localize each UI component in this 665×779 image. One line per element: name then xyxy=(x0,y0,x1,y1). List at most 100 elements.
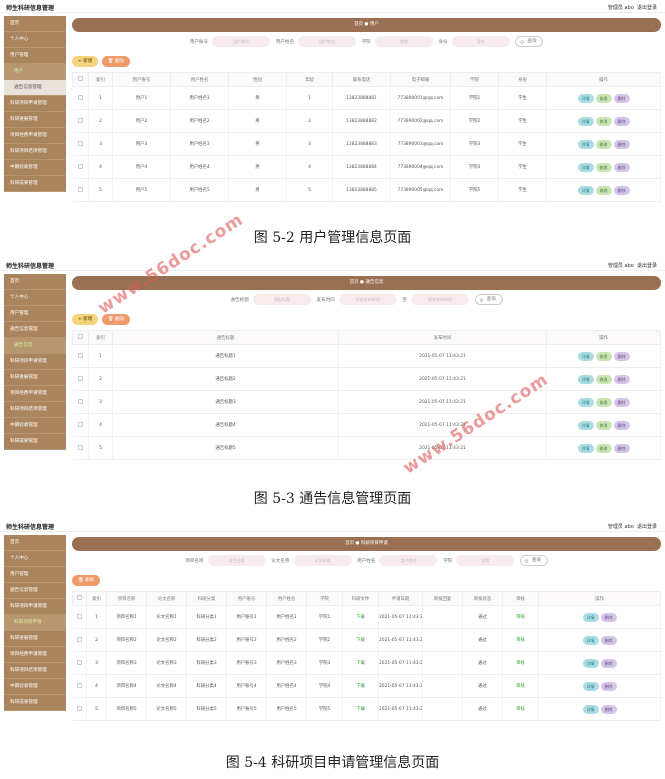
detail-button[interactable]: 详情 xyxy=(577,162,594,172)
sidebar-item[interactable]: 中期验收管理 xyxy=(4,160,66,176)
edit-button[interactable]: 修改 xyxy=(595,93,612,103)
sidebar-item[interactable]: 用户管理 xyxy=(4,306,66,322)
sidebar-item[interactable]: 项目经费申请管理 xyxy=(4,386,66,402)
sidebar-item[interactable]: 科研项目申请管理 xyxy=(4,354,66,370)
delete-row-button[interactable]: 删除 xyxy=(613,185,630,195)
sidebar-item[interactable]: 项目经费申请管理 xyxy=(4,647,66,663)
date-start-input[interactable]: 开始发布时间 xyxy=(338,294,397,305)
table-cell[interactable]: 下载 xyxy=(342,674,379,698)
checkbox[interactable] xyxy=(77,163,83,169)
sidebar-item[interactable]: 科研成果管理 xyxy=(4,434,66,450)
table-cell[interactable]: 审核 xyxy=(502,651,539,675)
detail-button[interactable]: 详情 xyxy=(582,612,599,622)
search-input[interactable]: 学院 xyxy=(374,36,433,47)
detail-button[interactable]: 详情 xyxy=(577,139,594,149)
search-button[interactable]: ⊙ 查询 xyxy=(519,555,548,566)
sidebar-item[interactable]: 首页 xyxy=(4,274,66,290)
checkbox[interactable] xyxy=(77,117,83,123)
edit-button[interactable]: 修改 xyxy=(595,351,612,361)
delete-row-button[interactable]: 删除 xyxy=(600,658,617,668)
sidebar-item[interactable]: 首页 xyxy=(4,535,66,551)
checkbox[interactable] xyxy=(77,595,82,600)
sidebar-item[interactable]: 用户 xyxy=(4,64,66,80)
detail-button[interactable]: 详情 xyxy=(577,351,594,361)
sidebar-item[interactable]: 中期验收管理 xyxy=(4,418,66,434)
edit-button[interactable]: 修改 xyxy=(595,139,612,149)
checkbox[interactable] xyxy=(77,94,83,100)
delete-row-button[interactable]: 删除 xyxy=(613,374,630,384)
checkbox[interactable] xyxy=(77,186,83,192)
search-input[interactable]: 用户姓名 xyxy=(298,36,357,47)
sidebar-item[interactable]: 通告信息管理 xyxy=(4,80,66,96)
sidebar-item[interactable]: 科研项目结项管理 xyxy=(4,402,66,418)
checkbox[interactable] xyxy=(76,613,82,619)
search-input[interactable]: 学院 xyxy=(456,555,515,566)
edit-button[interactable]: 修改 xyxy=(595,420,612,430)
edit-button[interactable]: 修改 xyxy=(595,185,612,195)
sidebar-item[interactable]: 科研进展管理 xyxy=(4,631,66,647)
checkbox[interactable] xyxy=(77,140,83,146)
checkbox[interactable] xyxy=(78,76,83,81)
detail-button[interactable]: 详情 xyxy=(577,420,594,430)
edit-button[interactable]: 修改 xyxy=(595,443,612,453)
sidebar-item[interactable]: 用户管理 xyxy=(4,48,66,64)
sidebar-item[interactable]: 通告信息管理 xyxy=(4,583,66,599)
checkbox[interactable] xyxy=(77,421,83,427)
sidebar-item[interactable]: 科研进展管理 xyxy=(4,112,66,128)
table-cell[interactable]: 下载 xyxy=(342,605,379,629)
breadcrumb-home[interactable]: 首页 xyxy=(345,541,354,546)
search-input[interactable]: 用户姓名 xyxy=(379,555,438,566)
sidebar-item[interactable]: 科研项目结项管理 xyxy=(4,144,66,160)
sidebar-item[interactable]: 用户管理 xyxy=(4,567,66,583)
sidebar-item[interactable]: 科研成果管理 xyxy=(4,176,66,192)
breadcrumb-home[interactable]: 首页 xyxy=(350,280,359,285)
delete-row-button[interactable]: 删除 xyxy=(600,704,617,714)
select-all-checkbox[interactable] xyxy=(72,330,89,345)
detail-button[interactable]: 详情 xyxy=(582,704,599,714)
delete-button[interactable]: 🗑 删除 xyxy=(72,575,101,586)
detail-button[interactable]: 详情 xyxy=(577,116,594,126)
search-button[interactable]: ⊙ 查询 xyxy=(474,294,503,305)
checkbox[interactable] xyxy=(78,334,83,339)
search-input[interactable]: 论文名称 xyxy=(293,555,352,566)
checkbox[interactable] xyxy=(77,398,83,404)
search-input[interactable]: 通告标题 xyxy=(252,294,311,305)
sidebar-item[interactable]: 个人中心 xyxy=(4,551,66,567)
sidebar-item[interactable]: 科研进展管理 xyxy=(4,370,66,386)
edit-button[interactable]: 修改 xyxy=(595,374,612,384)
date-end-input[interactable]: 结束发布时间 xyxy=(410,294,469,305)
delete-row-button[interactable]: 删除 xyxy=(613,443,630,453)
detail-button[interactable]: 详情 xyxy=(577,397,594,407)
detail-button[interactable]: 详情 xyxy=(582,635,599,645)
sidebar-item[interactable]: 首页 xyxy=(4,16,66,32)
search-button[interactable]: ⊙ 查询 xyxy=(515,36,544,47)
add-button[interactable]: + 新增 xyxy=(72,314,99,325)
sidebar-item[interactable]: 科研项目申请管理 xyxy=(4,599,66,615)
checkbox[interactable] xyxy=(76,682,82,688)
table-cell[interactable]: 审核 xyxy=(502,605,539,629)
delete-row-button[interactable]: 删除 xyxy=(613,162,630,172)
table-cell[interactable]: 下载 xyxy=(342,651,379,675)
add-button[interactable]: + 新增 xyxy=(72,56,99,67)
edit-button[interactable]: 修改 xyxy=(595,397,612,407)
delete-row-button[interactable]: 删除 xyxy=(600,612,617,622)
table-cell[interactable]: 审核 xyxy=(502,628,539,652)
logout-link[interactable]: 退出登录 xyxy=(637,5,657,11)
checkbox[interactable] xyxy=(77,444,83,450)
sidebar-item[interactable]: 个人中心 xyxy=(4,290,66,306)
checkbox[interactable] xyxy=(76,659,82,665)
delete-row-button[interactable]: 删除 xyxy=(613,351,630,361)
sidebar-item[interactable]: 中期验收管理 xyxy=(4,679,66,695)
detail-button[interactable]: 详情 xyxy=(577,185,594,195)
table-cell[interactable]: 审核 xyxy=(502,697,539,721)
search-input[interactable]: 项目名称 xyxy=(207,555,266,566)
checkbox[interactable] xyxy=(76,636,82,642)
delete-row-button[interactable]: 删除 xyxy=(613,116,630,126)
detail-button[interactable]: 详情 xyxy=(582,681,599,691)
sidebar-item[interactable]: 项目经费申请管理 xyxy=(4,128,66,144)
select-all-checkbox[interactable] xyxy=(72,72,89,87)
sidebar-item[interactable]: 科研项目申请管理 xyxy=(4,96,66,112)
sidebar-item[interactable]: 通告信息管理 xyxy=(4,322,66,338)
delete-row-button[interactable]: 删除 xyxy=(613,139,630,149)
delete-row-button[interactable]: 删除 xyxy=(613,420,630,430)
